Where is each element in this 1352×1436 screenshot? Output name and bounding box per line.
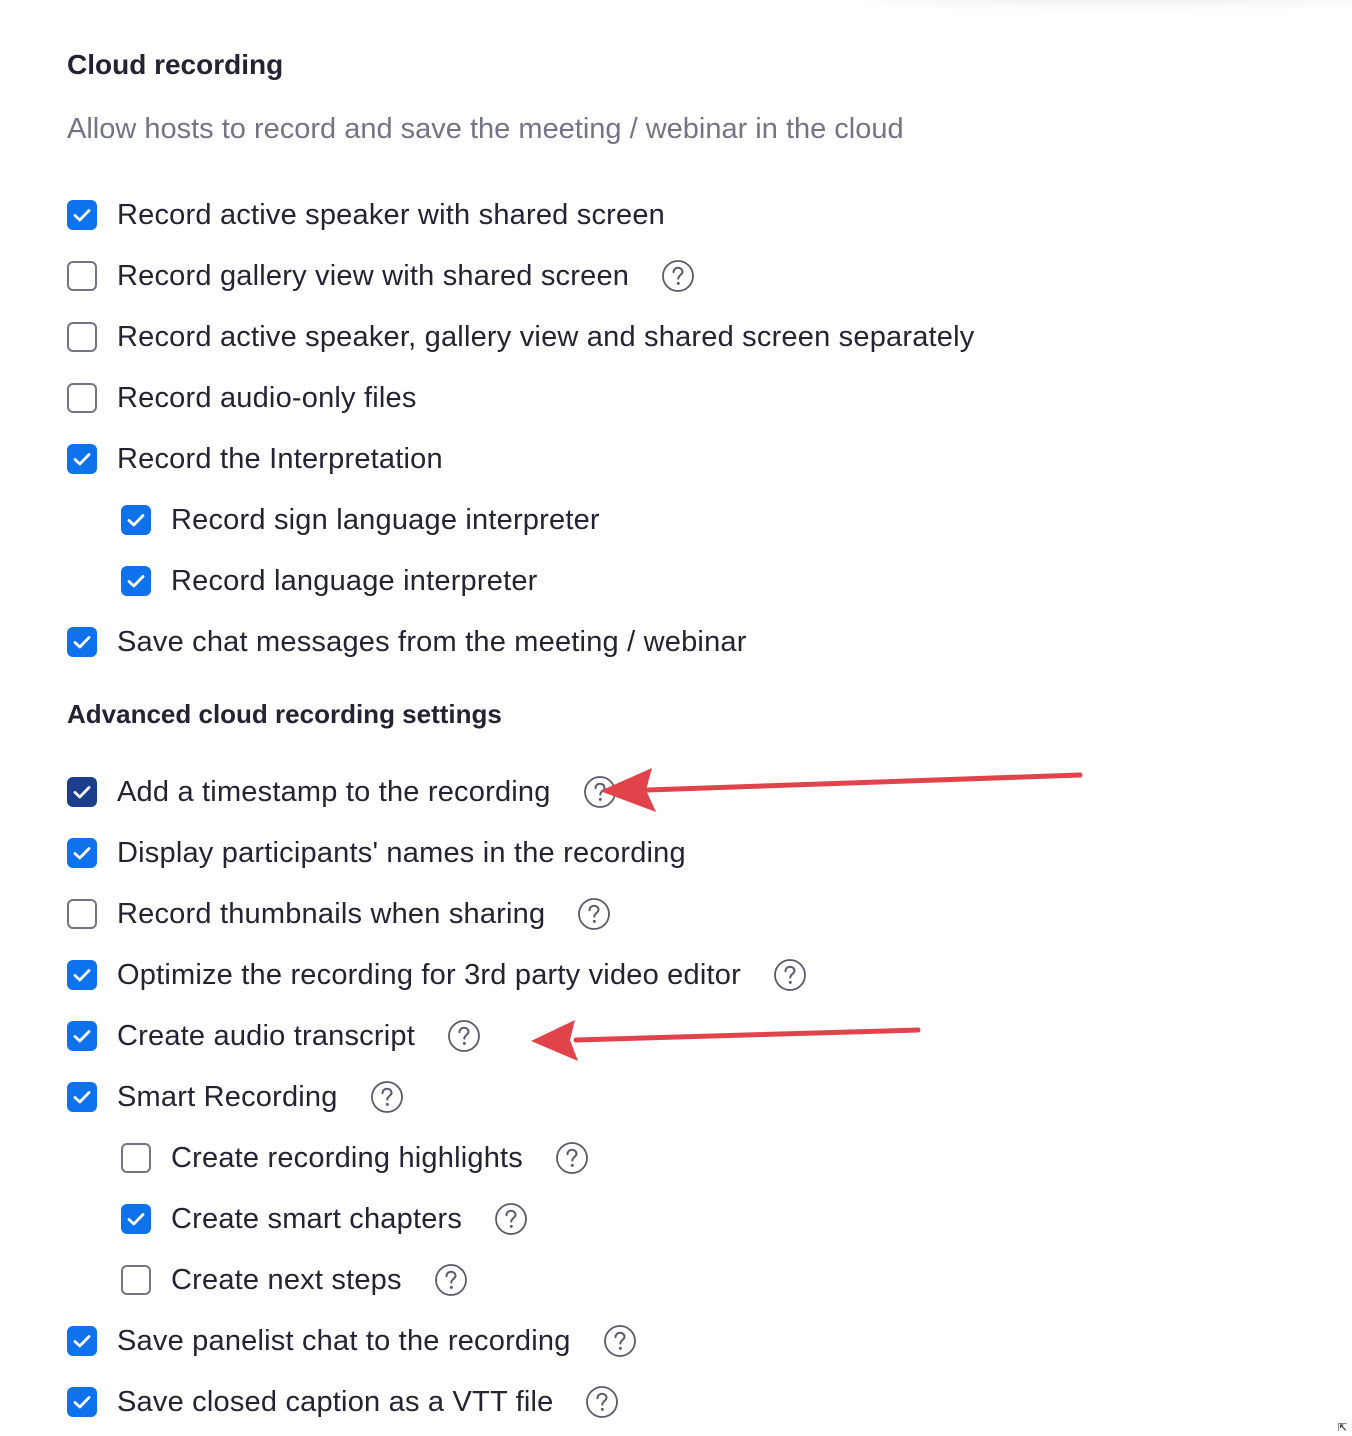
option-label: Optimize the recording for 3rd party vid… [117, 959, 741, 991]
option-label: Create audio transcript [117, 1020, 415, 1052]
checkbox[interactable] [67, 1021, 97, 1051]
checkmark-icon [127, 514, 145, 527]
checkmark-icon [73, 1335, 91, 1348]
option-label: Save closed caption as a VTT file [117, 1386, 554, 1418]
section-description: Allow hosts to record and save the meeti… [67, 113, 904, 145]
resize-cursor-icon: ⇱ [1338, 1422, 1348, 1434]
option-save-chat-messages[interactable]: Save chat messages from the meeting / we… [67, 625, 747, 659]
option-save-panelist-chat[interactable]: Save panelist chat to the recording [67, 1324, 637, 1358]
option-label: Save panelist chat to the recording [117, 1325, 571, 1357]
option-label: Record active speaker, gallery view and … [117, 321, 975, 353]
checkmark-icon [73, 1396, 91, 1409]
checkbox[interactable] [67, 960, 97, 990]
checkbox[interactable] [67, 899, 97, 929]
question-circle-icon[interactable] [583, 775, 617, 809]
option-record-thumbnails[interactable]: Record thumbnails when sharing [67, 897, 611, 931]
option-save-closed-caption-vtt[interactable]: Save closed caption as a VTT file [67, 1385, 619, 1419]
question-circle-icon[interactable] [370, 1080, 404, 1114]
question-circle-icon[interactable] [447, 1019, 481, 1053]
question-circle-icon[interactable] [494, 1202, 528, 1236]
option-record-sign-language[interactable]: Record sign language interpreter [121, 503, 600, 537]
option-record-audio-only[interactable]: Record audio-only files [67, 381, 417, 415]
question-circle-icon[interactable] [585, 1385, 619, 1419]
option-add-timestamp[interactable]: Add a timestamp to the recording [67, 775, 617, 809]
checkbox[interactable] [121, 505, 151, 535]
checkmark-icon [73, 969, 91, 982]
option-record-interpretation[interactable]: Record the Interpretation [67, 442, 443, 476]
option-record-separately[interactable]: Record active speaker, gallery view and … [67, 320, 974, 354]
checkbox[interactable] [67, 322, 97, 352]
checkbox[interactable] [67, 383, 97, 413]
option-record-active-speaker[interactable]: Record active speaker with shared screen [67, 198, 665, 232]
option-label: Create next steps [171, 1264, 402, 1296]
option-create-next-steps[interactable]: Create next steps [121, 1263, 468, 1297]
option-smart-recording[interactable]: Smart Recording [67, 1080, 404, 1114]
red-arrow-annotation [531, 1020, 921, 1061]
checkbox[interactable] [121, 1143, 151, 1173]
option-label: Add a timestamp to the recording [117, 776, 551, 808]
question-circle-icon[interactable] [603, 1324, 637, 1358]
checkbox[interactable] [67, 444, 97, 474]
question-circle-icon[interactable] [773, 958, 807, 992]
advanced-settings-title: Advanced cloud recording settings [67, 699, 502, 729]
question-circle-icon[interactable] [434, 1263, 468, 1297]
option-label: Save chat messages from the meeting / we… [117, 626, 747, 658]
option-label: Record the Interpretation [117, 443, 443, 475]
checkbox[interactable] [67, 838, 97, 868]
checkbox[interactable] [67, 1082, 97, 1112]
checkbox[interactable] [121, 566, 151, 596]
red-arrow-annotation [600, 768, 1083, 812]
option-label: Record sign language interpreter [171, 504, 600, 536]
option-label: Create recording highlights [171, 1142, 523, 1174]
option-label: Record language interpreter [171, 565, 538, 597]
checkbox[interactable] [67, 200, 97, 230]
checkbox[interactable] [121, 1204, 151, 1234]
option-label: Record thumbnails when sharing [117, 898, 546, 930]
option-label: Record gallery view with shared screen [117, 260, 630, 292]
checkmark-icon [127, 575, 145, 588]
option-record-gallery-view[interactable]: Record gallery view with shared screen [67, 259, 695, 293]
option-display-participant-names[interactable]: Display participants' names in the recor… [67, 836, 686, 870]
question-circle-icon[interactable] [577, 897, 611, 931]
checkbox[interactable] [67, 777, 97, 807]
checkbox[interactable] [67, 1326, 97, 1356]
option-record-language-interpreter[interactable]: Record language interpreter [121, 564, 538, 598]
section-title: Cloud recording [67, 49, 284, 80]
checkbox[interactable] [67, 1387, 97, 1417]
checkmark-icon [73, 1091, 91, 1104]
option-create-smart-chapters[interactable]: Create smart chapters [121, 1202, 528, 1236]
option-label: Record active speaker with shared screen [117, 199, 665, 231]
checkmark-icon [127, 1213, 145, 1226]
checkmark-icon [73, 1030, 91, 1043]
checkmark-icon [73, 786, 91, 799]
checkbox[interactable] [121, 1265, 151, 1295]
question-circle-icon[interactable] [661, 259, 695, 293]
option-label: Smart Recording [117, 1081, 338, 1113]
question-circle-icon[interactable] [555, 1141, 589, 1175]
option-create-recording-highlights[interactable]: Create recording highlights [121, 1141, 589, 1175]
checkbox[interactable] [67, 261, 97, 291]
checkbox[interactable] [67, 627, 97, 657]
checkmark-icon [73, 847, 91, 860]
checkmark-icon [73, 453, 91, 466]
checkmark-icon [73, 209, 91, 222]
option-label: Record audio-only files [117, 382, 417, 414]
option-label: Create smart chapters [171, 1203, 463, 1235]
option-create-audio-transcript[interactable]: Create audio transcript [67, 1019, 481, 1053]
checkmark-icon [73, 636, 91, 649]
option-optimize-3rd-party-editor[interactable]: Optimize the recording for 3rd party vid… [67, 958, 807, 992]
option-label: Display participants' names in the recor… [117, 837, 686, 869]
